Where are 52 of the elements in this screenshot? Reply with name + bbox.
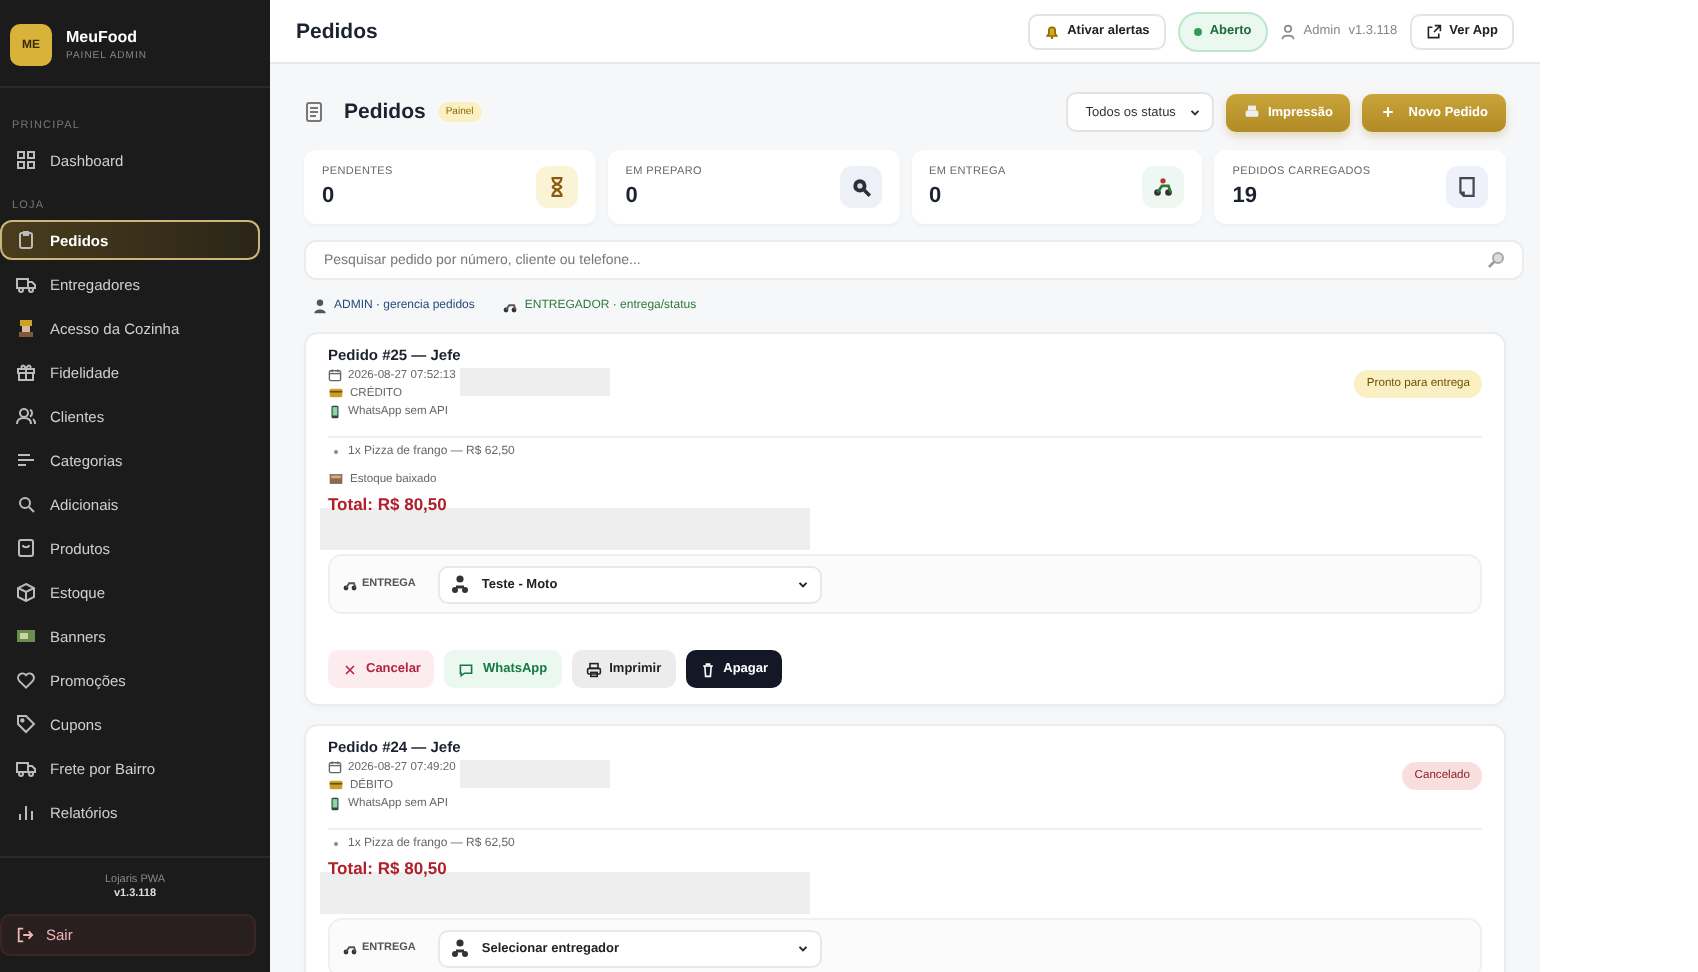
bell-icon (1043, 23, 1060, 39)
truck-icon (16, 758, 36, 778)
calendar-icon (328, 760, 342, 774)
cube-icon (16, 582, 36, 602)
section-title: Pedidos (344, 100, 426, 124)
grid-icon (16, 150, 36, 170)
heart-icon (16, 670, 36, 690)
order-total: Total: R$ 80,50 (328, 858, 449, 878)
phone-icon (328, 796, 342, 812)
chevron-down-icon (795, 941, 810, 955)
chevron-down-icon (795, 577, 810, 591)
picture-icon (16, 626, 36, 646)
plus-icon (1380, 104, 1397, 120)
trash-icon (699, 661, 716, 677)
magnifier-icon (16, 494, 36, 514)
box-icon (328, 472, 344, 486)
truck-icon (16, 274, 36, 294)
receipt-icon (1456, 176, 1478, 198)
stat-value: 0 (625, 184, 640, 208)
printer-icon (585, 661, 602, 677)
bar-chart-icon (16, 802, 36, 822)
stat-value: 0 (322, 184, 337, 208)
chef-icon (16, 318, 36, 338)
external-link-icon (1425, 23, 1442, 39)
chat-bubble-icon (458, 661, 475, 677)
brand-name: MeuFood (66, 28, 140, 46)
motorbike-icon (502, 298, 519, 314)
close-icon (342, 661, 358, 677)
page-title: Pedidos (296, 19, 380, 43)
users-icon (16, 406, 36, 426)
stat-value: 19 (1232, 184, 1259, 208)
motorbike-icon (1152, 176, 1175, 198)
document-icon (304, 102, 324, 122)
clipboard-icon (16, 230, 36, 250)
motorbike-icon (342, 576, 358, 592)
calendar-icon (328, 368, 342, 382)
tag-icon (16, 714, 36, 734)
motorbike-icon (342, 940, 358, 956)
card-icon (328, 386, 344, 400)
logout-icon (16, 926, 34, 944)
chevron-down-icon (1187, 105, 1202, 119)
lines-icon (16, 450, 36, 470)
user-icon (1279, 23, 1296, 39)
card-icon (328, 778, 344, 792)
order-total: Total: R$ 80,50 (328, 494, 449, 514)
magnifier-icon (849, 176, 871, 198)
person-icon (312, 298, 328, 314)
gift-icon (16, 362, 36, 382)
stat-value: 0 (929, 184, 944, 208)
bag-icon (16, 538, 36, 558)
printer-icon (1243, 104, 1260, 120)
phone-icon (328, 404, 342, 420)
